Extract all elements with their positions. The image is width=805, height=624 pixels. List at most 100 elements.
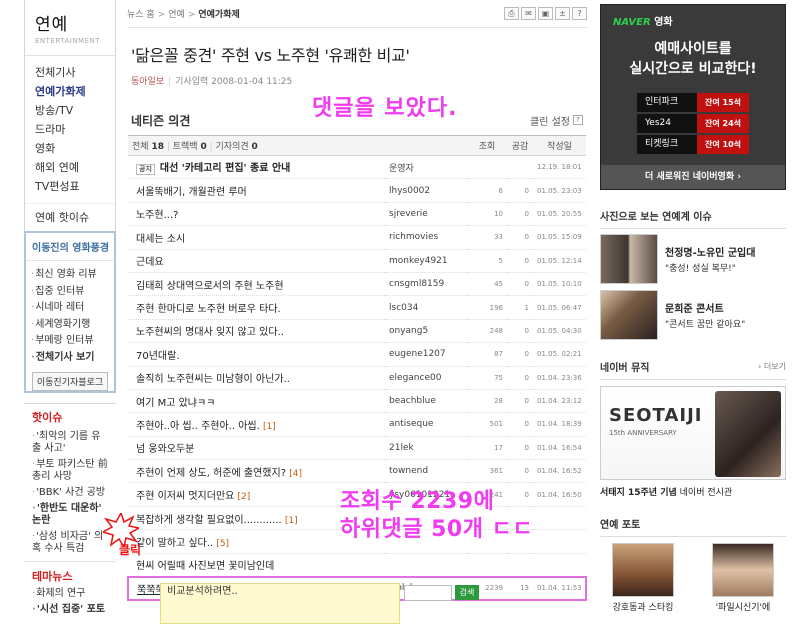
comment-title-text[interactable]: 솔직히 노주현씨는 미남형이 아닌가.. <box>136 374 290 385</box>
search-button[interactable]: 검색 <box>455 585 479 600</box>
comment-title[interactable]: 서울뚝배기, 개월관련 루머 <box>128 178 385 203</box>
hot-issue-item[interactable]: '한반도 대운하' 논란 <box>32 503 108 527</box>
critic-blog-button[interactable]: 이동진기자블로그 <box>32 372 108 391</box>
critic-item-all[interactable]: 전체기사 보기 <box>31 350 109 367</box>
comment-row[interactable]: 넘 웅와오두분 21lek 17 0 01.04. 16:54 <box>128 436 586 461</box>
critic-item[interactable]: 시네마 레터 <box>31 300 109 317</box>
reply-search-input[interactable] <box>404 585 452 601</box>
reply-count[interactable]: [5] <box>216 539 229 549</box>
comment-author[interactable]: onyang5 <box>385 319 467 344</box>
nav-item-tv[interactable]: 방송/TV <box>35 101 105 120</box>
comment-title[interactable]: 현씨 어릴때 사진보면 꽃미남인데 <box>128 553 385 578</box>
section-brand[interactable]: 연예 ENTERTAINMENT <box>25 0 115 56</box>
col-date[interactable]: 작성일 <box>533 135 586 156</box>
comment-title-text[interactable]: 현씨 어릴때 사진보면 꽃미남인데 <box>136 561 274 572</box>
comment-title-text[interactable]: 복잡하게 생각할 필요없이............ <box>136 515 282 526</box>
comment-author[interactable]: cnsgml8159 <box>385 272 467 297</box>
breadcrumb-section[interactable]: 연예 <box>168 10 185 20</box>
scrap-icon[interactable]: ▣ <box>538 7 553 20</box>
font-up-icon[interactable]: ± <box>555 7 570 20</box>
comment-row[interactable]: 현씨 어릴때 사진보면 꽃미남인데 <box>128 553 586 578</box>
reply-count[interactable]: [4] <box>289 469 302 479</box>
comment-row[interactable]: 근데요 monkey4921 5 0 01.05. 12:14 <box>128 249 586 273</box>
tab-trackback[interactable]: 트랙백 0 <box>173 142 207 152</box>
comment-row[interactable]: 여기 M고 았냐ㅋㅋ beachblue 28 0 01.04. 23:12 <box>128 389 586 414</box>
comment-author[interactable]: lhys0002 <box>385 178 467 203</box>
col-agree[interactable]: 공감 <box>507 135 533 156</box>
tab-reporter[interactable]: 기자의견 0 <box>216 142 258 152</box>
comment-author[interactable]: 21lek <box>385 436 467 461</box>
comment-title[interactable]: 주현아..아 씹.. 주현아.. 아씹. [1] <box>128 412 385 437</box>
comment-title[interactable]: 주현이 언제 상도, 허준에 출연했지? [4] <box>128 459 385 484</box>
ad-footer-link[interactable]: 더 새로워진 네이버영화 › <box>601 165 785 189</box>
comment-row[interactable]: 70년대랄. eugene1207 87 0 01.05. 02:21 <box>128 342 586 367</box>
nav-item-hot-issue[interactable]: 연예 핫이슈 <box>35 208 105 227</box>
critic-item[interactable]: 집중 인터뷰 <box>31 284 109 301</box>
comment-row[interactable]: 주현이 언제 상도, 허준에 출연했지? [4] townend 361 0 01.04… <box>128 459 586 484</box>
critic-item[interactable]: 세계영화기행 <box>31 317 109 334</box>
comment-row[interactable]: 주현 한마디로 노주현 버로우 타다. lsc034 196 1 01.05. 06:4… <box>128 295 586 320</box>
comment-title[interactable]: 노주현씨의 명대사 잊지 않고 있다.. <box>128 319 385 344</box>
comment-row[interactable]: 김태희 상대역으로서의 주현 노주현 cnsgml8159 45 0 01.05. 10… <box>128 272 586 297</box>
comment-row[interactable]: 서울뚝배기, 개월관련 루머 lhys0002 6 0 01.05. 23:03 <box>128 178 586 203</box>
comment-title-text[interactable]: 같이 말하고 싶다.. <box>136 538 213 549</box>
comment-author[interactable]: beachblue <box>385 389 467 414</box>
nav-item-drama[interactable]: 드라마 <box>35 120 105 139</box>
comment-title-text[interactable]: 근데요 <box>136 257 164 268</box>
reply-count[interactable]: [1] <box>285 516 298 526</box>
comment-title-text[interactable]: 김태희 상대역으로서의 주현 노주현 <box>136 281 284 292</box>
hot-issue-item[interactable]: 부토 파키스탄 前총리 사망 <box>32 459 108 483</box>
comment-row[interactable]: 공지 대선 '카테고리 편집' 종료 안내 운영자 12.19. 18:01 <box>128 155 586 180</box>
comment-title-text[interactable]: 대세는 소시 <box>136 234 185 245</box>
comment-title-text[interactable]: 주현 한마디로 노주현 버로우 타다. <box>136 304 281 315</box>
comment-title-text[interactable]: 주현이 언제 상도, 허준에 출연했지? <box>136 468 286 479</box>
reply-count[interactable]: [2] <box>238 492 251 502</box>
theme-news-item[interactable]: '시선 집중' 포토 <box>32 604 108 616</box>
nav-item-movie[interactable]: 영화 <box>35 139 105 158</box>
col-views[interactable]: 조회 <box>467 135 507 156</box>
comment-title-text[interactable]: 여기 M고 았냐ㅋㅋ <box>136 398 215 409</box>
music-more-link[interactable]: › 더보기 <box>758 361 786 372</box>
reply-count[interactable]: [1] <box>263 422 276 432</box>
comment-title[interactable]: 노주현...? <box>128 202 385 227</box>
theme-news-item[interactable]: 화제의 연구 <box>32 588 108 600</box>
comment-author[interactable]: monkey4921 <box>385 249 467 273</box>
comment-author[interactable]: antiseque <box>385 412 467 437</box>
comment-row[interactable]: 대세는 소시 richmovies 33 0 01.05. 15:09 <box>128 225 586 250</box>
critic-box-title[interactable]: 이동진의 영화풍경 <box>26 233 114 261</box>
comment-author[interactable]: lsc034 <box>385 295 467 320</box>
clean-setting-link[interactable]: 클린 설정? <box>530 113 583 128</box>
comment-title[interactable]: 근데요 <box>128 249 385 273</box>
comment-title[interactable]: 넘 웅와오두분 <box>128 436 385 461</box>
comment-row[interactable]: 노주현씨의 명대사 잊지 않고 있다.. onyang5 248 0 01.05. 04… <box>128 319 586 344</box>
music-caption[interactable]: 서태지 15주년 기념 네이버 전시관 <box>600 485 786 498</box>
comment-author[interactable]: elegance00 <box>385 366 467 390</box>
comment-author[interactable]: sjreverie <box>385 202 467 227</box>
comment-author[interactable]: richmovies <box>385 225 467 250</box>
seotaiji-banner[interactable]: SEOTAIJI 15th ANNIVERSARY <box>600 386 786 480</box>
comment-title-text[interactable]: 서울뚝배기, 개월관련 루머 <box>136 187 247 198</box>
comment-author[interactable]: townend <box>385 459 467 484</box>
print-icon[interactable]: ⎙ <box>504 7 519 20</box>
comment-title-text[interactable]: 넘 웅와오두분 <box>136 444 194 455</box>
comment-title-text[interactable]: 노주현씨의 명대사 잊지 않고 있다.. <box>136 327 284 338</box>
naver-movie-ad[interactable]: NAVER 영화 예매사이트를 실시간으로 비교한다! 인터파크 잔여 15석 Y… <box>600 4 786 190</box>
press-name[interactable]: 동아일보 <box>131 77 164 87</box>
critic-item[interactable]: 부메랑 인터뷰 <box>31 333 109 350</box>
comment-title[interactable]: 여기 M고 았냐ㅋㅋ <box>128 389 385 414</box>
hot-issue-item[interactable]: '삼성 비자금' 의혹 수사 특검 <box>32 531 108 555</box>
comment-title[interactable]: 솔직히 노주현씨는 미남형이 아닌가.. <box>128 366 385 390</box>
tab-all[interactable]: 전체 18 <box>132 142 164 152</box>
comment-title[interactable]: 70년대랄. <box>128 342 385 367</box>
comment-row[interactable]: 노주현...? sjreverie 10 0 01.05. 20:55 <box>128 202 586 227</box>
critic-item[interactable]: 최신 영화 리뷰 <box>31 267 109 284</box>
nav-item-tv-schedule[interactable]: TV편성표 <box>35 177 105 196</box>
hot-issue-item[interactable]: 'BBK' 사건 공방 <box>32 487 108 499</box>
comment-row[interactable]: 주현아..아 씹.. 주현아.. 아씹. [1] antiseque 501 0 01.… <box>128 412 586 437</box>
help-icon[interactable]: ? <box>573 115 583 125</box>
comment-author[interactable] <box>385 553 467 578</box>
comment-author[interactable]: eugene1207 <box>385 342 467 367</box>
breadcrumb-home[interactable]: 뉴스 홈 <box>127 10 155 20</box>
comment-title-text[interactable]: 대선 '카테고리 편집' 종료 안내 <box>160 163 290 174</box>
help-icon[interactable]: ? <box>572 7 587 20</box>
